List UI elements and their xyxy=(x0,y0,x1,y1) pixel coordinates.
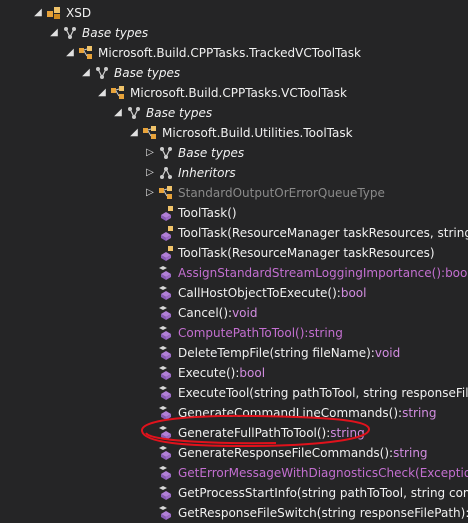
tree-row[interactable]: ▷ Base types xyxy=(0,143,468,163)
tree-item-label: CallHostObjectToExecute():bool xyxy=(178,286,367,300)
method-icon xyxy=(158,465,174,481)
expanded-arrow-icon[interactable]: ◢ xyxy=(64,43,76,63)
expanded-arrow-icon[interactable]: ◢ xyxy=(128,123,140,143)
tree-item-label: AssignStandardStreamLoggingImportance():… xyxy=(178,266,468,280)
tree-item-label: GetErrorMessageWithDiagnosticsCheck(Exce… xyxy=(178,466,468,480)
collapsed-arrow-icon[interactable]: ▷ xyxy=(144,183,156,203)
tree-row[interactable]: ◢ Base types xyxy=(0,103,468,123)
base-types-icon xyxy=(158,145,174,161)
tree-row[interactable]: GetResponseFileSwitch(string responseFil… xyxy=(0,503,468,523)
tree-row[interactable]: Cancel():void xyxy=(0,303,468,323)
tree-item-label: ToolTask() xyxy=(178,206,237,220)
constructor-icon xyxy=(158,245,174,261)
inheritors-icon xyxy=(158,165,174,181)
expanded-arrow-icon[interactable]: ◢ xyxy=(48,23,60,43)
collapsed-arrow-icon[interactable]: ▷ xyxy=(144,143,156,163)
tree-row[interactable]: GetErrorMessageWithDiagnosticsCheck(Exce… xyxy=(0,463,468,483)
method-icon xyxy=(158,365,174,381)
tree-item-label: Base types xyxy=(114,66,181,80)
base-types-icon xyxy=(126,105,142,121)
tree-item-label: XSD xyxy=(66,6,92,20)
base-types-icon xyxy=(62,25,78,41)
assembly-icon xyxy=(46,5,62,21)
tree-row[interactable]: ToolTask(ResourceManager taskResources) xyxy=(0,243,468,263)
method-icon xyxy=(158,385,174,401)
tree-item-label: Base types xyxy=(178,146,245,160)
tree-row[interactable]: DeleteTempFile(string fileName):void xyxy=(0,343,468,363)
tree-item-label: ComputePathToTool():string xyxy=(178,326,343,340)
expanded-arrow-icon[interactable]: ◢ xyxy=(32,3,44,23)
expanded-arrow-icon[interactable]: ◢ xyxy=(112,103,124,123)
tree-item-label: ToolTask(ResourceManager taskResources, … xyxy=(178,226,468,240)
red-highlight-ellipse xyxy=(141,414,370,448)
tree-item-label: Cancel():void xyxy=(178,306,258,320)
method-icon xyxy=(158,485,174,501)
method-icon xyxy=(158,305,174,321)
tree-item-label: GetResponseFileSwitch(string responseFil… xyxy=(178,506,468,520)
tree-item-label: DeleteTempFile(string fileName):void xyxy=(178,346,401,360)
tree-row[interactable]: CallHostObjectToExecute():bool xyxy=(0,283,468,303)
collapsed-arrow-icon[interactable]: ▷ xyxy=(144,163,156,183)
tree-row[interactable]: ComputePathToTool():string xyxy=(0,323,468,343)
tree-item-label: GetProcessStartInfo(string pathToTool, s… xyxy=(178,486,468,500)
tree-item-label: StandardOutputOrErrorQueueType xyxy=(178,186,385,200)
tree-item-label: Microsoft.Build.Utilities.ToolTask xyxy=(162,126,353,140)
tree-row[interactable]: ToolTask(ResourceManager taskResources, … xyxy=(0,223,468,243)
tree-item-label: Inheritors xyxy=(178,166,236,180)
method-icon xyxy=(158,345,174,361)
method-icon xyxy=(158,265,174,281)
tree-row[interactable]: ▷ StandardOutputOrErrorQueueType xyxy=(0,183,468,203)
tree-item-label: ExecuteTool(string pathToTool, string re… xyxy=(178,386,468,400)
class-icon xyxy=(142,125,158,141)
tree-item-label: Base types xyxy=(146,106,213,120)
tree-row[interactable]: ◢ Microsoft.Build.CPPTasks.TrackedVCToolT… xyxy=(0,43,468,63)
tree-row[interactable]: ToolTask() xyxy=(0,203,468,223)
method-icon xyxy=(158,325,174,341)
tree-item-label: Base types xyxy=(82,26,149,40)
tree-row[interactable]: AssignStandardStreamLoggingImportance():… xyxy=(0,263,468,283)
tree-item-label: Microsoft.Build.CPPTasks.VCToolTask xyxy=(130,86,347,100)
class-icon xyxy=(158,185,174,201)
tree-row[interactable]: ◢ Base types xyxy=(0,23,468,43)
tree-row[interactable]: Execute():bool xyxy=(0,363,468,383)
expanded-arrow-icon[interactable]: ◢ xyxy=(80,63,92,83)
tree-row[interactable]: ExecuteTool(string pathToTool, string re… xyxy=(0,383,468,403)
tree-row[interactable]: ▷ Inheritors xyxy=(0,163,468,183)
class-icon xyxy=(78,45,94,61)
expanded-arrow-icon[interactable]: ◢ xyxy=(96,83,108,103)
tree-row[interactable]: GetProcessStartInfo(string pathToTool, s… xyxy=(0,483,468,503)
tree-item-label: ToolTask(ResourceManager taskResources) xyxy=(178,246,435,260)
constructor-icon xyxy=(158,225,174,241)
tree-row[interactable]: ◢ Microsoft.Build.Utilities.ToolTask xyxy=(0,123,468,143)
tree-item-label: Microsoft.Build.CPPTasks.TrackedVCToolTa… xyxy=(98,46,361,60)
tree-row[interactable]: ◢ Base types xyxy=(0,63,468,83)
tree-item-label: Execute():bool xyxy=(178,366,266,380)
base-types-icon xyxy=(94,65,110,81)
tree-row[interactable]: ◢ Microsoft.Build.CPPTasks.VCToolTask xyxy=(0,83,468,103)
class-icon xyxy=(110,85,126,101)
constructor-icon xyxy=(158,205,174,221)
method-icon xyxy=(158,505,174,521)
method-icon xyxy=(158,285,174,301)
tree-row[interactable]: ◢ XSD xyxy=(0,3,468,23)
